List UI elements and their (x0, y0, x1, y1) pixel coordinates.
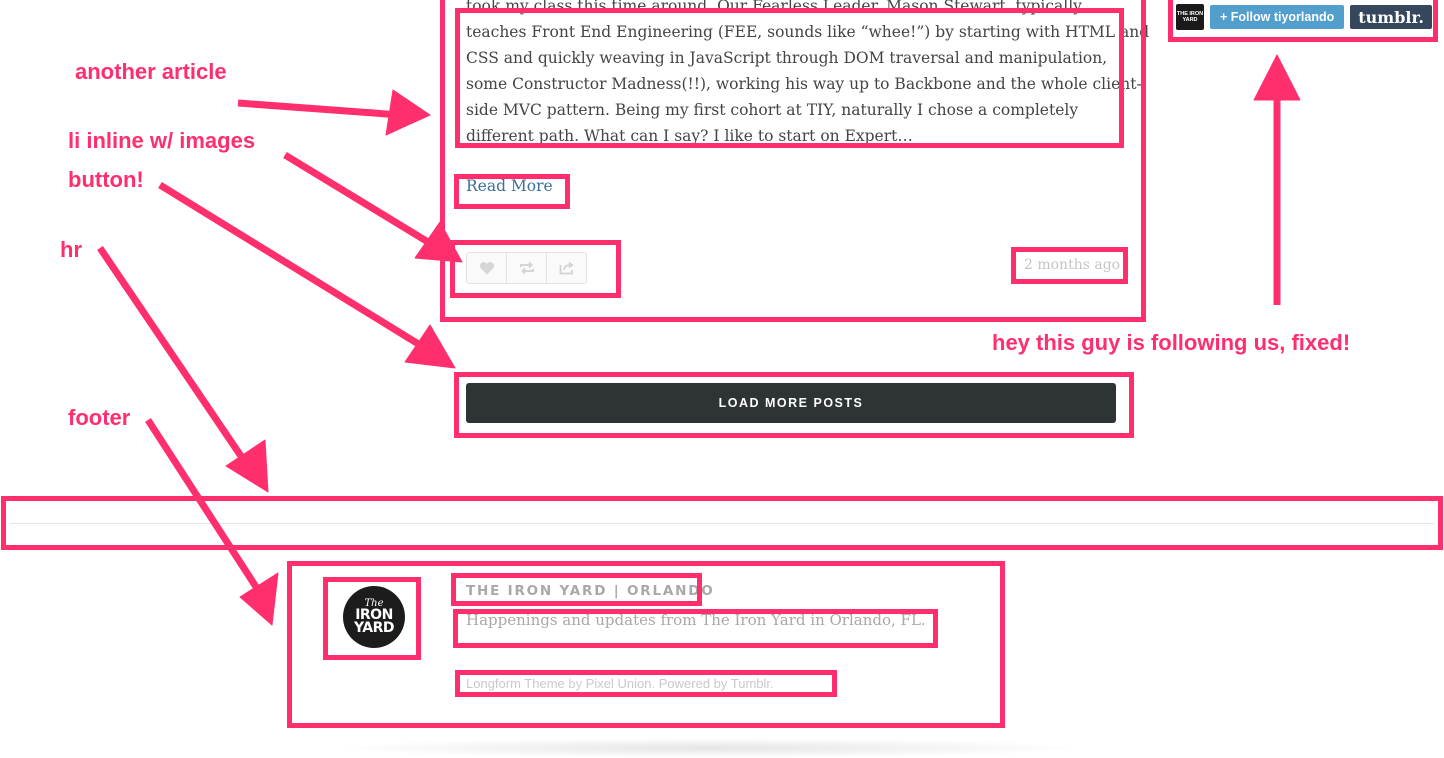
annotation-label-li: li inline w/ images (68, 128, 256, 153)
arrow-button (158, 182, 456, 369)
arrow-li-inline (283, 152, 463, 263)
annotation-label-button: button! (68, 167, 144, 192)
annotation-arrows (97, 54, 1301, 626)
annotation-label-following: hey this guy is following us, fixed! (992, 330, 1351, 355)
arrow-another-article (237, 89, 431, 136)
annotation-label-footer: footer (68, 405, 131, 430)
annotation-label-hr: hr (60, 237, 82, 262)
arrow-following (1253, 54, 1301, 305)
annotation-label-article: another article (75, 59, 227, 84)
arrow-hr (97, 246, 269, 493)
